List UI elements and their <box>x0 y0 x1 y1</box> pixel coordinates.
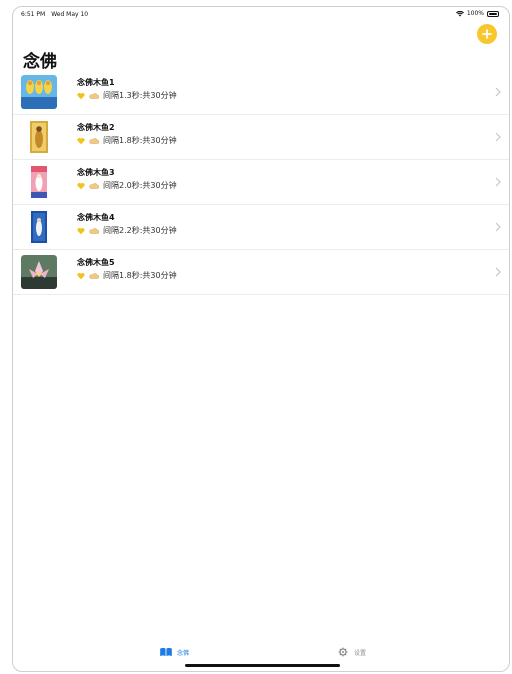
item-detail: 间隔1.8秒:共30分钟 <box>103 136 177 145</box>
heart-icon <box>77 137 85 144</box>
list-item[interactable]: 念佛木鱼5 间隔1.8秒:共30分钟 <box>13 250 509 295</box>
heart-icon <box>77 272 85 279</box>
cloud-icon <box>89 227 99 234</box>
status-right: 100% <box>455 10 499 17</box>
chevron-right-icon <box>495 222 501 232</box>
thumbnail-image <box>21 255 57 289</box>
status-date: Wed May 10 <box>51 11 89 18</box>
thumbnail-image <box>31 166 47 198</box>
tab-label: 念佛 <box>177 649 190 657</box>
row-divider <box>13 294 509 295</box>
status-bar: 6:51 PM Wed May 10 100% <box>13 7 509 21</box>
item-title: 念佛木鱼3 <box>77 168 115 177</box>
cloud-icon <box>89 137 99 144</box>
heart-icon <box>77 92 85 99</box>
heart-icon <box>77 227 85 234</box>
list-item[interactable]: 念佛木鱼2 间隔1.8秒:共30分钟 <box>13 115 509 160</box>
heart-icon <box>77 182 85 189</box>
item-detail: 间隔1.3秒:共30分钟 <box>103 91 177 100</box>
tab-nianfo[interactable]: 念佛 <box>159 647 189 657</box>
wifi-icon <box>455 10 464 16</box>
chevron-right-icon <box>495 87 501 97</box>
item-title: 念佛木鱼4 <box>77 213 115 222</box>
item-title: 念佛木鱼5 <box>77 258 115 267</box>
tab-settings[interactable]: 设置 <box>336 647 366 657</box>
page-title: 念佛 <box>23 52 57 72</box>
chevron-right-icon <box>495 177 501 187</box>
item-title: 念佛木鱼2 <box>77 123 115 132</box>
session-list: 念佛木鱼1 间隔1.3秒:共30分钟 念佛木鱼2 间隔1.8秒:共30分钟 念佛… <box>13 70 509 295</box>
item-meta: 间隔1.3秒:共30分钟 <box>77 90 177 101</box>
item-meta: 间隔1.8秒:共30分钟 <box>77 135 177 146</box>
add-button[interactable] <box>477 24 497 44</box>
item-meta: 间隔1.8秒:共30分钟 <box>77 270 177 281</box>
battery-icon <box>487 10 499 17</box>
thumbnail-image <box>21 75 57 109</box>
battery-percent: 100% <box>466 10 484 17</box>
ipad-frame: 6:51 PM Wed May 10 100% 念佛 念佛木鱼1 间隔1.3秒:… <box>12 6 510 672</box>
chevron-right-icon <box>495 132 501 142</box>
thumbnail-image <box>30 121 48 153</box>
list-item[interactable]: 念佛木鱼4 间隔2.2秒:共30分钟 <box>13 205 509 250</box>
status-time: 6:51 PM <box>21 11 46 18</box>
thumbnail-image <box>31 211 47 243</box>
tab-label: 设置 <box>354 649 367 657</box>
cloud-icon <box>89 182 99 189</box>
item-title: 念佛木鱼1 <box>77 78 115 87</box>
cloud-icon <box>89 92 99 99</box>
gear-icon <box>338 647 348 657</box>
book-icon <box>160 648 172 657</box>
item-detail: 间隔1.8秒:共30分钟 <box>103 271 177 280</box>
item-meta: 间隔2.2秒:共30分钟 <box>77 225 177 236</box>
tab-bar: 念佛 设置 <box>13 643 509 671</box>
list-item[interactable]: 念佛木鱼3 间隔2.0秒:共30分钟 <box>13 160 509 205</box>
item-detail: 间隔2.0秒:共30分钟 <box>103 181 177 190</box>
item-detail: 间隔2.2秒:共30分钟 <box>103 226 177 235</box>
home-indicator[interactable] <box>185 664 340 667</box>
list-item[interactable]: 念佛木鱼1 间隔1.3秒:共30分钟 <box>13 70 509 115</box>
item-meta: 间隔2.0秒:共30分钟 <box>77 180 177 191</box>
chevron-right-icon <box>495 267 501 277</box>
cloud-icon <box>89 272 99 279</box>
status-left: 6:51 PM Wed May 10 <box>21 11 88 18</box>
plus-icon <box>482 29 492 39</box>
